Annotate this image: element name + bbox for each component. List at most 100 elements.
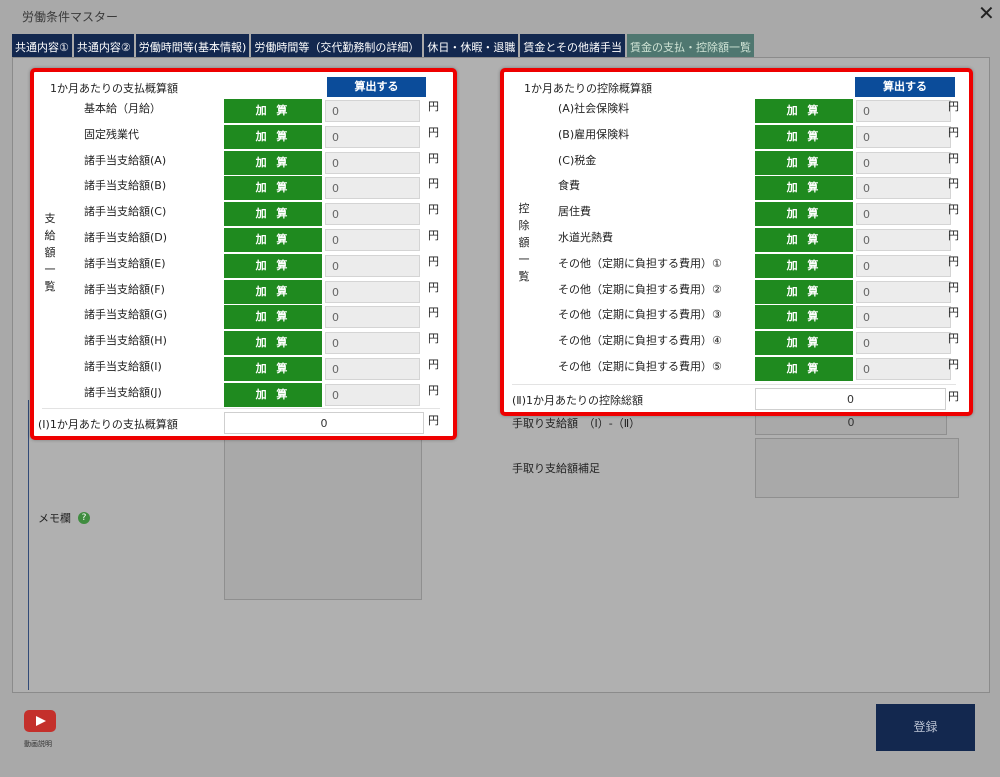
deduction-amount-field[interactable]: 0: [856, 358, 951, 380]
deduction-total-label: (Ⅱ)1か月あたりの控除総額: [512, 394, 643, 407]
deduction-yen-label: 円: [948, 254, 959, 268]
payment-calc-button[interactable]: 算出する: [327, 77, 426, 97]
payment-row-label: 諸手当支給額(J): [84, 385, 162, 399]
payment-row: 諸手当支給額(F) 加 算0円: [34, 279, 445, 305]
payment-add-button[interactable]: 加 算: [224, 176, 322, 201]
payment-row-label: 諸手当支給額(A): [84, 153, 167, 167]
close-icon[interactable]: ✕: [978, 3, 995, 23]
payment-add-button[interactable]: 加 算: [224, 202, 322, 227]
deduction-add-button[interactable]: 加 算: [755, 99, 853, 123]
deduction-row-label: その他（定期に負担する費用）②: [558, 282, 722, 296]
deduction-amount-field[interactable]: 0: [856, 100, 951, 122]
payment-add-button[interactable]: 加 算: [224, 357, 322, 381]
deduction-row: (B)雇用保険料 加 算0円: [504, 124, 961, 150]
deduction-yen-label: 円: [948, 358, 959, 371]
deduction-row-label: その他（定期に負担する費用）⑤: [558, 360, 722, 373]
deduction-amount-field[interactable]: 0: [856, 306, 951, 329]
payment-amount-field[interactable]: 0: [325, 332, 420, 355]
payment-amount-field[interactable]: 0: [325, 383, 420, 406]
deduction-add-button[interactable]: 加 算: [755, 331, 853, 356]
tab-worktime-shift[interactable]: 労働時間等（交代勤務制の詳細）: [251, 34, 423, 59]
payment-yen-label: 円: [428, 125, 439, 139]
deduction-amount-field[interactable]: 0: [856, 203, 951, 226]
video-icon[interactable]: [24, 710, 56, 732]
payment-amount-field[interactable]: 0: [325, 151, 420, 174]
deduction-row-label: その他（定期に負担する費用）①: [558, 256, 722, 270]
payment-row-label: 諸手当支給額(B): [84, 179, 167, 193]
payment-yen-label: 円: [428, 100, 439, 113]
payment-amount-field[interactable]: 0: [325, 254, 420, 277]
payment-add-button[interactable]: 加 算: [224, 124, 322, 149]
tab-wages[interactable]: 賃金とその他諸手当: [520, 34, 626, 59]
deduction-amount-field[interactable]: 0: [856, 151, 951, 174]
help-icon[interactable]: ?: [78, 512, 90, 524]
payment-add-button[interactable]: 加 算: [224, 99, 322, 123]
deduction-row: その他（定期に負担する費用）⑤ 加 算0円: [504, 356, 961, 382]
register-button[interactable]: 登録: [876, 704, 975, 751]
payment-add-button[interactable]: 加 算: [224, 382, 322, 407]
payment-amount-field[interactable]: 0: [325, 177, 420, 200]
deduction-title: 1か月あたりの控除概算額: [524, 82, 652, 95]
payment-amount-field[interactable]: 0: [325, 203, 420, 226]
deduction-add-button[interactable]: 加 算: [755, 150, 853, 175]
tab-common-1[interactable]: 共通内容①: [12, 34, 72, 59]
payment-yen-label: 円: [428, 229, 439, 242]
deduction-add-button[interactable]: 加 算: [755, 202, 853, 227]
deduction-total-yen: 円: [948, 390, 959, 403]
payment-amount-field[interactable]: 0: [325, 229, 420, 251]
payment-panel: 1か月あたりの支払概算額 算出する 支給額一覧 基本給（月給）加 算 0 円固定残業…: [30, 68, 457, 440]
payment-row-label: 諸手当支給額(E): [84, 256, 166, 270]
payment-add-button[interactable]: 加 算: [224, 279, 322, 304]
tab-common-2[interactable]: 共通内容②: [73, 34, 134, 59]
deduction-amount-field[interactable]: 0: [856, 125, 951, 148]
payment-amount-field[interactable]: 0: [325, 306, 420, 329]
payment-total-label: (Ⅰ)1か月あたりの支払概算額: [38, 418, 178, 431]
deduction-row: 水道光熱費 加 算0円: [504, 227, 961, 253]
deduction-row: その他（定期に負担する費用）② 加 算0円: [504, 279, 961, 305]
deduction-amount-field[interactable]: 0: [856, 332, 951, 355]
deduction-add-button[interactable]: 加 算: [755, 357, 853, 381]
payment-amount-field[interactable]: 0: [325, 280, 420, 303]
payment-amount-field[interactable]: 0: [325, 100, 420, 122]
memo-label: メモ欄: [38, 512, 71, 525]
deduction-amount-field[interactable]: 0: [856, 280, 951, 303]
deduction-yen-label: 円: [948, 203, 959, 217]
deduction-amount-field[interactable]: 0: [856, 229, 951, 251]
payment-row: 諸手当支給額(C) 加 算0円: [34, 201, 445, 227]
deduction-add-button[interactable]: 加 算: [755, 228, 853, 252]
payment-add-button[interactable]: 加 算: [224, 150, 322, 175]
payment-row-label: 諸手当支給額(F): [84, 282, 165, 296]
payment-add-button[interactable]: 加 算: [224, 305, 322, 330]
payment-amount-field[interactable]: 0: [325, 125, 420, 148]
deduction-calc-button[interactable]: 算出する: [855, 77, 955, 97]
memo-field[interactable]: [224, 436, 422, 600]
payment-add-button[interactable]: 加 算: [224, 331, 322, 356]
payment-yen-label: 円: [428, 332, 439, 346]
deduction-divider: [512, 384, 956, 385]
deduction-total-field: 0: [755, 388, 946, 410]
left-divider: [28, 400, 29, 690]
deduction-row: 居住費 加 算0円: [504, 201, 961, 227]
deduction-row-label: (A)社会保険料: [558, 102, 630, 115]
tab-payment-deduction[interactable]: 賃金の支払・控除額一覧: [627, 34, 755, 59]
payment-add-button[interactable]: 加 算: [224, 228, 322, 252]
deduction-add-button[interactable]: 加 算: [755, 124, 853, 149]
payment-add-button[interactable]: 加 算: [224, 253, 322, 278]
deduction-yen-label: 円: [948, 306, 959, 320]
deduction-yen-label: 円: [948, 151, 959, 165]
deduction-add-button[interactable]: 加 算: [755, 305, 853, 330]
tab-holiday[interactable]: 休日・休暇・退職: [424, 34, 519, 59]
deduction-amount-field[interactable]: 0: [856, 177, 951, 200]
payment-row-label: 諸手当支給額(H): [84, 334, 167, 348]
deduction-amount-field[interactable]: 0: [856, 254, 951, 277]
payment-amount-field[interactable]: 0: [325, 358, 420, 380]
tab-worktime-basic[interactable]: 労働時間等(基本情報): [135, 34, 250, 59]
payment-divider: [42, 408, 440, 409]
deduction-add-button[interactable]: 加 算: [755, 253, 853, 278]
deduction-yen-label: 円: [948, 229, 959, 242]
payment-row-label: 諸手当支給額(I): [84, 360, 162, 373]
deduction-add-button[interactable]: 加 算: [755, 279, 853, 304]
deduction-row: (C)税金 加 算0円: [504, 150, 961, 176]
deduction-add-button[interactable]: 加 算: [755, 176, 853, 201]
takehome-adjust-field[interactable]: [755, 438, 959, 498]
